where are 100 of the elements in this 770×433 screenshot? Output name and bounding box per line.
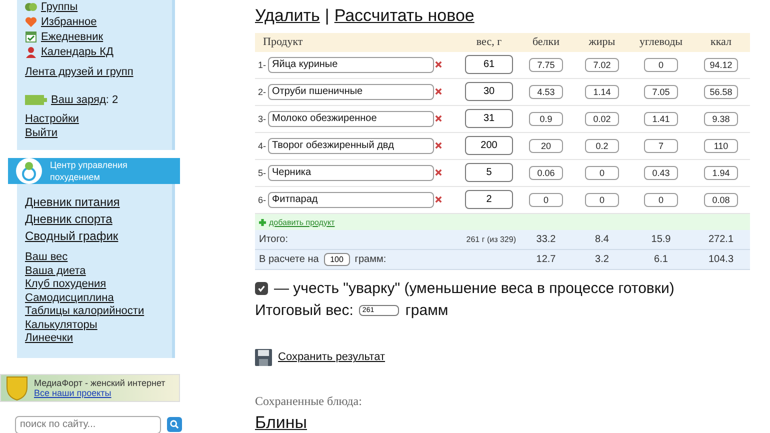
per-unit: грамм:	[354, 254, 386, 265]
per-value: 12.7	[535, 254, 557, 265]
weight-field[interactable]: 2	[465, 190, 513, 210]
nutrient-value: 94.12	[704, 58, 738, 72]
nutrient-value: 0.2	[585, 138, 619, 153]
nutrient-value: 7.05	[644, 84, 678, 99]
amount-field[interactable]: 100	[324, 253, 350, 266]
per-label: В расчете на	[259, 254, 319, 265]
per-value: 3.2	[594, 254, 610, 265]
nutrient-value: 20	[529, 138, 563, 153]
separator: |	[324, 6, 330, 26]
weight-field[interactable]: 5	[465, 163, 513, 182]
saved-dish-link[interactable]: Блины	[255, 412, 307, 433]
total-value: 8.4	[594, 234, 610, 246]
tool-link[interactable]: Линеечки	[25, 332, 73, 346]
total-value: 15.9	[650, 234, 672, 246]
diary-link[interactable]: Дневник питания	[25, 194, 120, 211]
settings-link[interactable]: Настройки	[25, 112, 79, 126]
delete-link[interactable]: Удалить	[255, 6, 320, 26]
battery-icon	[25, 95, 47, 105]
row-number: 5-	[258, 168, 266, 178]
nutrient-value: 0	[585, 166, 619, 180]
tool-link[interactable]: Ваша диета	[25, 264, 86, 278]
nutrient-value: 0.9	[529, 112, 563, 126]
nav-link[interactable]: Группы	[41, 0, 78, 14]
diary-link[interactable]: Сводный график	[25, 228, 118, 245]
search-icon	[170, 420, 180, 429]
delete-icon[interactable]	[435, 169, 442, 176]
delete-icon[interactable]	[435, 142, 442, 150]
nutrient-value: 0.02	[585, 112, 619, 126]
partner-text: МедиаФорт - женский интернет	[34, 378, 166, 388]
charge-value: : 2	[106, 94, 118, 106]
delete-icon[interactable]	[435, 115, 442, 122]
column-header: жиры	[588, 36, 616, 48]
logout-link[interactable]: Выйти	[25, 126, 58, 140]
product-field[interactable]: Отруби пшеничные	[268, 84, 434, 100]
nutrient-value: 0	[529, 192, 563, 207]
row-number: 3-	[258, 114, 266, 124]
tool-link[interactable]: Калькуляторы	[25, 318, 98, 332]
weight-field[interactable]: 200	[465, 136, 513, 156]
tool-link[interactable]: Клуб похудения	[25, 278, 106, 292]
add-product-link[interactable]: добавить продукт	[269, 218, 335, 227]
final-weight-label: Итоговый вес:	[255, 302, 354, 319]
boil-off-label: — учесть "уварку" (уменьшение веса в процессе готовки)	[274, 280, 674, 297]
person-icon	[25, 46, 37, 58]
projects-link[interactable]: Все наши проекты	[34, 388, 166, 398]
shield-logo-icon	[6, 374, 28, 400]
nutrient-value: 0.43	[644, 166, 678, 180]
tool-link[interactable]: Ваш вес	[25, 251, 68, 264]
nutrient-value: 0.06	[529, 166, 563, 180]
column-header: углеводы	[638, 36, 684, 48]
totals-weight: 261 г (из 329)	[465, 235, 517, 244]
row-number: 4-	[258, 140, 266, 151]
calendar-check-icon	[25, 31, 37, 43]
nutrient-value: 7.02	[585, 58, 619, 72]
row-number: 1-	[258, 60, 266, 70]
product-field[interactable]: Яйца куриные	[268, 56, 434, 73]
center-title: Центр управления похудением	[50, 159, 128, 183]
tool-link[interactable]: Самодисциплина	[25, 292, 114, 305]
nutrient-value: 0.08	[704, 192, 738, 207]
nav-link[interactable]: Избранное	[41, 15, 97, 29]
nutrient-value: 7.75	[529, 58, 563, 72]
saved-dishes-heading: Сохраненные блюда:	[255, 394, 363, 409]
product-field[interactable]: Черника	[268, 164, 434, 181]
column-header: ккал	[710, 36, 732, 48]
tool-link[interactable]: Таблицы калорийности	[25, 305, 144, 318]
boil-off-checkbox[interactable]	[255, 282, 268, 295]
delete-icon[interactable]	[435, 61, 442, 68]
nav-link[interactable]: Календарь КД	[41, 45, 114, 59]
friends-feed-link[interactable]: Лента друзей и групп	[25, 65, 134, 79]
nutrient-value: 1.41	[644, 112, 678, 126]
weight-field[interactable]: 31	[465, 109, 513, 128]
nutrient-value: 0	[644, 58, 678, 72]
search-button[interactable]	[167, 417, 182, 432]
check-icon	[257, 284, 266, 293]
nutrient-value: 1.14	[585, 84, 619, 99]
total-value: 272.1	[707, 234, 735, 246]
recalculate-link[interactable]: Рассчитать новое	[334, 6, 474, 26]
product-field[interactable]: Молоко обезжиренное	[268, 110, 434, 127]
plus-icon	[259, 218, 266, 226]
diary-link[interactable]: Дневник спорта	[25, 211, 112, 228]
nav-link[interactable]: Ежедневник	[41, 30, 104, 44]
final-weight-unit: грамм	[405, 302, 448, 319]
column-header: вес, г	[475, 36, 503, 48]
delete-icon[interactable]	[435, 196, 442, 204]
delete-icon[interactable]	[435, 88, 442, 96]
nutrient-value: 56.58	[704, 84, 738, 99]
group-icon	[25, 1, 37, 13]
row-number: 2-	[258, 86, 266, 97]
product-field[interactable]: Творог обезжиренный двд	[268, 138, 434, 154]
row-number: 6-	[258, 194, 266, 205]
nutrient-value: 4.53	[529, 84, 563, 99]
weight-field[interactable]: 30	[465, 82, 513, 102]
product-field[interactable]: Фитпарад	[268, 192, 434, 208]
search-field[interactable]: поиск по сайту...	[15, 416, 162, 433]
charge-link[interactable]: Ваш заряд	[51, 93, 106, 107]
save-result-link[interactable]: Сохранить результат	[278, 351, 386, 364]
totals-label: Итого:	[258, 234, 289, 246]
heart-icon	[25, 16, 37, 28]
weight-field[interactable]: 61	[465, 55, 513, 74]
